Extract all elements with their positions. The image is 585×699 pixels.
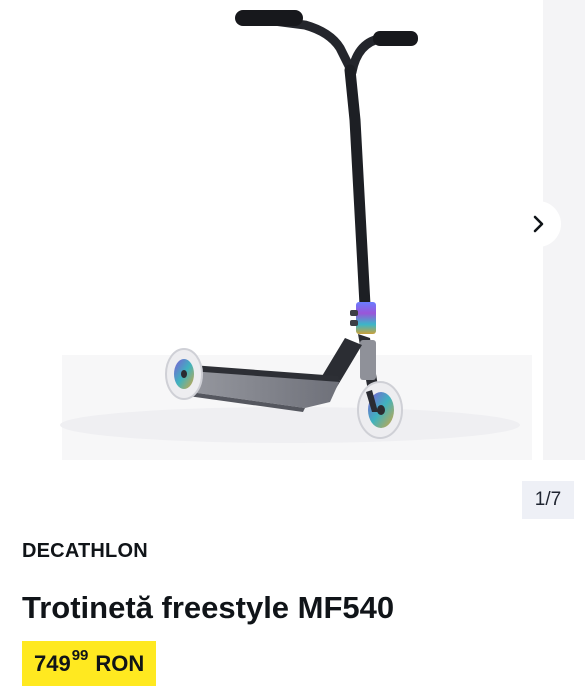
image-counter: 1/7 [522,481,574,519]
price-decimals: 99 [71,647,89,664]
price-currency: RON [95,650,145,676]
product-title: Trotinetă freestyle MF540 [22,590,395,625]
next-image-button[interactable] [515,201,561,247]
chevron-right-icon [533,215,544,233]
price-integer: 749 [34,650,71,676]
product-page: 1/7 DECATHLON Trotinetă freestyle MF540 … [0,0,585,699]
price-badge: 749 99 RON [22,641,157,686]
brand-name[interactable]: DECATHLON [22,540,148,563]
scooter-product-image[interactable] [0,0,545,470]
product-image-gallery[interactable] [0,0,585,470]
